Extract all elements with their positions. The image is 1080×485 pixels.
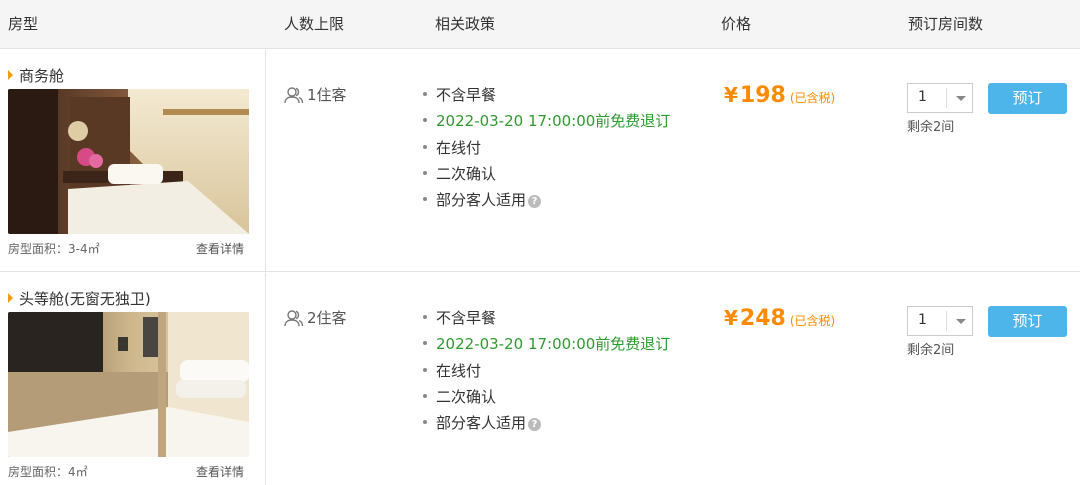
header-book-count: 预订房间数 [908,15,984,33]
question-circle-icon[interactable]: ? [528,418,542,432]
room-area: 房型面积：3-4㎡ [8,242,100,256]
room-name[interactable]: 头等舱(无窗无独卫) [8,288,151,309]
view-details-link[interactable]: 查看详情 [196,463,244,480]
chevron-down-icon[interactable] [956,96,966,101]
header-max-guests: 人数上限 [284,15,345,33]
policy-item: 部分客人适用? [423,410,670,436]
policy-item: 二次确认 [423,161,670,187]
bullet [423,144,427,149]
policy-list: 不含早餐 2022-03-20 17:00:00前免费退订 在线付 二次确认 部… [423,82,670,213]
policy-item-free-cancel: 2022-03-20 17:00:00前免费退订 [423,331,670,357]
bullet [423,197,427,202]
policy-item: 部分客人适用? [423,187,670,213]
policy-item-free-cancel: 2022-03-20 17:00:00前免费退订 [423,108,670,134]
room-photo[interactable] [8,312,249,457]
header-room-type: 房型 [8,15,39,33]
policy-item: 在线付 [423,135,670,161]
quantity-value: 1 [918,89,927,105]
room-area: 房型面积：4㎡ [8,465,88,479]
bullet [423,92,427,96]
room-quantity-select[interactable]: 1 [907,83,973,113]
guest-count: 2住客 [307,309,347,327]
currency-symbol: ¥ [724,83,738,107]
room-info-cell: 头等舱(无窗无独卫) 房型面积：4㎡ 查看详情 [0,273,266,485]
room-name[interactable]: 商务舱 [8,65,64,86]
table-header: 房型 人数上限 相关政策 价格 预订房间数 [0,0,1080,49]
quantity-value: 1 [918,312,927,328]
view-details-link[interactable]: 查看详情 [196,240,244,257]
room-info-cell: 商务舱 房型面积：3-4㎡ 查看详情 [0,50,266,271]
policy-item: 在线付 [423,358,670,384]
book-button[interactable]: 预订 [988,83,1067,114]
tax-note: (已含税) [789,91,836,105]
guest-limit: 1住客 [284,84,347,105]
bullet [423,170,427,175]
select-divider [946,88,947,108]
policy-item: 不含早餐 [423,82,670,108]
rooms-remaining: 剩余2间 [907,120,955,135]
user-group-icon [284,310,304,327]
room-row: 头等舱(无窗无独卫) 房型面积：4㎡ 查看详情 2住客 不含早餐 2022-03… [0,273,1080,485]
guest-limit: 2住客 [284,307,347,328]
room-price: ¥248 (已含税) [724,306,835,331]
question-circle-icon[interactable]: ? [528,195,542,209]
room-list-page: 房型 人数上限 相关政策 价格 预订房间数 商务舱 房型面积：3-4㎡ 查看详情… [0,0,1080,485]
book-button[interactable]: 预订 [988,306,1067,337]
caret-right-icon [8,70,13,80]
header-policy: 相关政策 [435,15,496,33]
price-amount: 248 [739,306,786,331]
policy-item: 不含早餐 [423,305,670,331]
bullet [423,315,427,319]
room-photo[interactable] [8,89,249,234]
policy-item: 二次确认 [423,384,670,410]
policy-list: 不含早餐 2022-03-20 17:00:00前免费退订 在线付 二次确认 部… [423,305,670,436]
currency-symbol: ¥ [724,306,738,330]
select-divider [946,311,947,331]
room-photo-image [8,312,249,457]
room-price: ¥198 (已含税) [724,83,835,108]
rooms-remaining: 剩余2间 [907,343,955,358]
bullet [423,393,427,398]
guest-count: 1住客 [307,86,347,104]
room-quantity-select[interactable]: 1 [907,306,973,336]
bullet [423,118,427,123]
caret-right-icon [8,293,13,303]
price-amount: 198 [739,83,786,108]
bullet [423,420,427,425]
room-photo-image [8,89,249,234]
tax-note: (已含税) [789,314,836,328]
user-group-icon [284,87,304,104]
header-price: 价格 [721,15,752,33]
bullet [423,341,427,346]
bullet [423,367,427,372]
room-row: 商务舱 房型面积：3-4㎡ 查看详情 1住客 不含早餐 2022-03-20 1… [0,50,1080,272]
chevron-down-icon[interactable] [956,319,966,324]
